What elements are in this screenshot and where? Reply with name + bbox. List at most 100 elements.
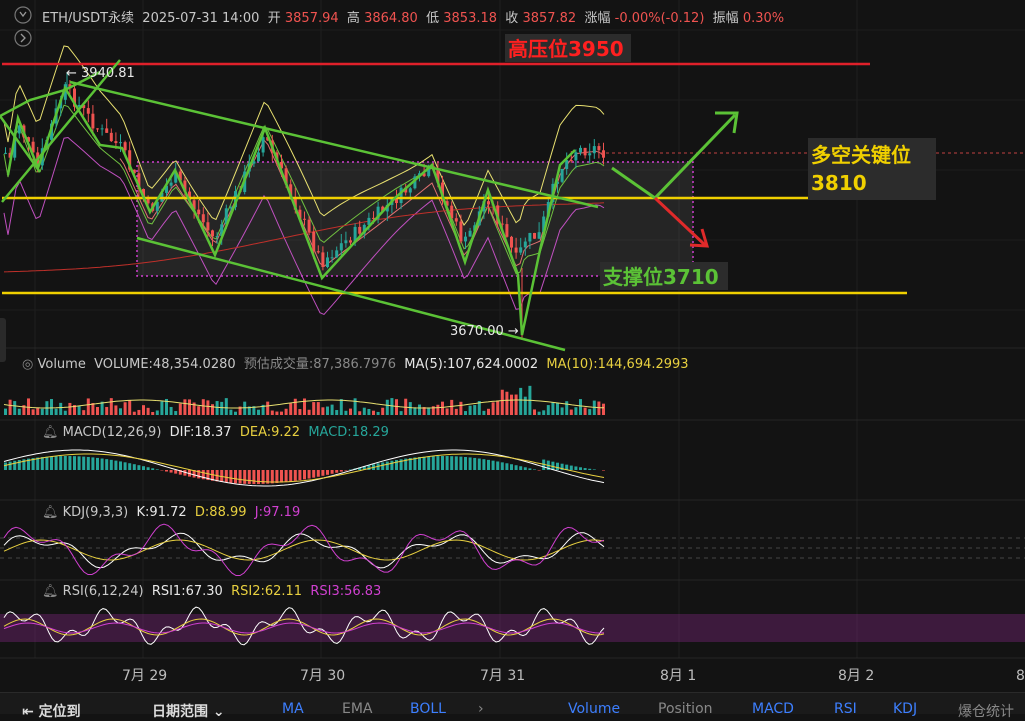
- macd-bar: [114, 461, 117, 470]
- volume-bar: [501, 390, 504, 415]
- volume-bar: [427, 407, 430, 415]
- bell-icon[interactable]: 🔔︎: [42, 425, 59, 440]
- volume-bar: [275, 412, 278, 415]
- volume-bar: [459, 402, 462, 415]
- macd-bar: [501, 462, 504, 470]
- macd-bar: [492, 461, 495, 470]
- macd-bar: [147, 467, 150, 470]
- macd-bar: [556, 463, 559, 470]
- macd-bar: [142, 466, 145, 470]
- macd-bar: [515, 465, 518, 470]
- macd-bar: [427, 456, 430, 470]
- candle: [170, 183, 173, 186]
- candle: [597, 146, 600, 150]
- macd-bar: [285, 470, 288, 482]
- macd-bar: [519, 466, 522, 470]
- bell-icon[interactable]: 🔔︎: [42, 505, 59, 520]
- macd-bar: [469, 457, 472, 470]
- macd-bar: [82, 457, 85, 470]
- candle: [538, 232, 541, 239]
- volume-tab[interactable]: Volume: [568, 701, 620, 717]
- kdj-tab[interactable]: KDJ: [893, 701, 917, 717]
- candle: [515, 248, 518, 253]
- macd-bar: [298, 470, 301, 480]
- macd-bar: [18, 460, 21, 470]
- candle: [574, 152, 577, 160]
- rsi-tab[interactable]: RSI: [834, 701, 857, 717]
- candle: [524, 242, 527, 248]
- volume-bar: [588, 409, 591, 415]
- volume-bar: [331, 405, 334, 415]
- high-value: 3864.80: [364, 11, 418, 26]
- volume-bar: [137, 410, 140, 415]
- macd-bar: [303, 470, 306, 479]
- volume-bar: [519, 388, 522, 415]
- locate-button[interactable]: ⇤ 定位到: [22, 701, 81, 721]
- macd-bar: [524, 467, 527, 470]
- symbol: ETH/USDT永续: [42, 11, 134, 26]
- candle: [202, 214, 205, 222]
- candle: [331, 257, 334, 258]
- candle: [114, 141, 117, 143]
- expand-icon[interactable]: [15, 30, 31, 46]
- macd-bar: [294, 470, 297, 481]
- volume-bar: [206, 400, 209, 415]
- liquidation-tab[interactable]: 爆仓统计: [958, 701, 1014, 721]
- volume-bar: [285, 409, 288, 415]
- volume-bar: [151, 412, 154, 415]
- rsi-legend: 🔔︎ RSI(6,12,24) RSI1:67.30 RSI2:62.11 RS…: [42, 584, 381, 599]
- macd-bar: [602, 470, 605, 471]
- volume-bar: [87, 398, 90, 415]
- macd-bar: [165, 470, 168, 472]
- side-handle[interactable]: [0, 318, 6, 362]
- macd-bar: [110, 460, 113, 470]
- candle: [335, 250, 338, 257]
- resistance-label: 高压位3950: [508, 37, 624, 61]
- volume-bar: [211, 404, 214, 415]
- position-tab[interactable]: Position: [658, 701, 713, 717]
- volume-bar: [395, 399, 398, 415]
- candle: [308, 220, 311, 232]
- macd-tab[interactable]: MACD: [752, 701, 794, 717]
- volume-bar: [243, 402, 246, 415]
- macd-bar: [528, 468, 531, 470]
- macd-bar: [441, 456, 444, 470]
- volume-bar: [344, 411, 347, 415]
- low-marker: 3670.00 →: [450, 324, 519, 339]
- volume-bar: [386, 400, 389, 415]
- volume-bar: [335, 410, 338, 415]
- volume-bar: [584, 408, 587, 415]
- eye-icon[interactable]: ◎: [22, 357, 33, 372]
- candle: [96, 128, 99, 129]
- rsi-band: [0, 614, 1025, 642]
- macd-bar: [243, 470, 246, 484]
- bell-icon[interactable]: 🔔︎: [42, 584, 59, 599]
- candle: [565, 160, 568, 169]
- volume-bar: [308, 410, 311, 415]
- macd-bar: [87, 457, 90, 470]
- volume-bar: [101, 402, 104, 415]
- volume-bar: [78, 406, 81, 415]
- volume-bar: [216, 401, 219, 415]
- volume-bar: [473, 405, 476, 415]
- ema-tab[interactable]: EMA: [342, 701, 373, 717]
- volume-bar: [400, 411, 403, 415]
- x-tick: 8月 2: [838, 668, 874, 684]
- more-chevron-icon[interactable]: ›: [478, 701, 484, 717]
- candle: [344, 240, 347, 243]
- volume-bar: [565, 401, 568, 415]
- candle: [349, 240, 352, 242]
- boll-tab[interactable]: BOLL: [410, 701, 446, 717]
- macd-bar: [124, 462, 127, 470]
- macd-bar: [41, 457, 44, 470]
- low-value: 3853.18: [443, 11, 497, 26]
- candle: [469, 231, 472, 237]
- volume-bar: [533, 409, 536, 415]
- volume-bar: [91, 403, 94, 415]
- volume-bar: [574, 407, 577, 415]
- date-range-button[interactable]: 日期范围 ⌄: [152, 701, 225, 721]
- macd-bar: [229, 470, 232, 483]
- volume-bar: [114, 405, 117, 415]
- ma-tab[interactable]: MA: [282, 701, 304, 717]
- candle: [464, 237, 467, 242]
